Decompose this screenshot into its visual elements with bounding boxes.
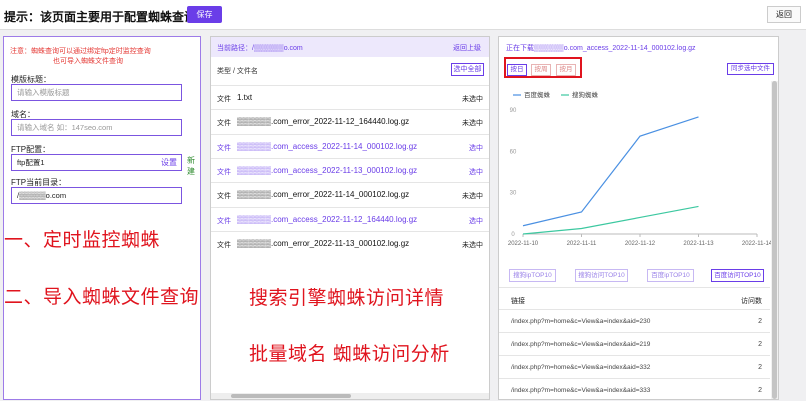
file-status[interactable]: 未选中	[462, 118, 483, 128]
link-row[interactable]: /index.php?m=home&c=View&a=index&aid=333…	[499, 378, 770, 401]
link-list-header: 链接 访问数	[499, 287, 770, 309]
x-tick-label: 2022-11-12	[625, 241, 656, 247]
scrollbar-thumb[interactable]	[231, 394, 351, 398]
file-type: 文件	[217, 168, 231, 176]
by-day-button[interactable]: 按日	[507, 64, 527, 76]
path-bar: 当前路径：/▒▒▒▒▒▒o.com 返回上级	[211, 37, 489, 57]
file-name: ▒▒▒▒▒▒.com_access_2022-11-12_164440.log.…	[237, 214, 418, 224]
link-url: /index.php?m=home&c=View&a=index&aid=333	[511, 387, 651, 394]
file-row[interactable]: 文件 1.txt 未选中	[211, 85, 489, 109]
link-url: /index.php?m=home&c=View&a=index&aid=230	[511, 318, 651, 325]
overlay-text-4: 批量域名 蜘蛛访问分析	[249, 344, 450, 365]
link-count: 2	[758, 341, 762, 348]
file-row[interactable]: 文件 ▒▒▒▒▒▒.com_access_2022-11-14_000102.lo…	[211, 133, 489, 158]
overlay-text-1: 一、定时监控蜘蛛	[4, 230, 161, 251]
by-month-button[interactable]: 按月	[556, 64, 576, 76]
link-url: /index.php?m=home&c=View&a=index&aid=332	[511, 364, 651, 371]
ftp-new-link[interactable]: 新建	[187, 155, 200, 177]
file-status[interactable]: 选中	[469, 143, 483, 153]
link-row[interactable]: /index.php?m=home&c=View&a=index&aid=230…	[499, 309, 770, 332]
x-tick-label: 2022-11-10	[508, 241, 539, 247]
notice-line-2: 也可导入蜘蛛文件查询	[53, 58, 123, 65]
link-url: /index.php?m=home&c=View&a=index&aid=219	[511, 341, 651, 348]
file-name: ▒▒▒▒▒▒.com_error_2022-11-12_164440.log.g…	[237, 117, 410, 127]
file-status[interactable]: 未选中	[462, 94, 483, 104]
notice-text: 注意：蜘蛛查询可以通过绑定ftp定时监控查询 也可导入蜘蛛文件查询	[10, 47, 200, 67]
file-type: 文件	[217, 217, 231, 225]
template-input[interactable]: 请输入模版标题	[11, 84, 182, 101]
back-button[interactable]: 返回	[767, 6, 801, 23]
file-name: ▒▒▒▒▒▒.com_access_2022-11-13_000102.log.…	[237, 165, 418, 175]
config-panel: 注意：蜘蛛查询可以通过绑定ftp定时监控查询 也可导入蜘蛛文件查询 模版标题： …	[3, 36, 201, 400]
file-type: 文件	[217, 144, 231, 152]
link-row[interactable]: /index.php?m=home&c=View&a=index&aid=332…	[499, 355, 770, 378]
link-count: 2	[758, 318, 762, 325]
series-line-sogou	[522, 205, 699, 235]
file-row[interactable]: 文件 ▒▒▒▒▒▒.com_error_2022-11-12_164440.log…	[211, 109, 489, 133]
overlay-text-2: 二、导入蜘蛛文件查询	[4, 287, 200, 308]
horizontal-scrollbar[interactable]	[211, 393, 489, 399]
notice-line-1: 注意：蜘蛛查询可以通过绑定ftp定时监控查询	[10, 48, 151, 55]
x-tick-label: 2022-11-13	[683, 241, 714, 247]
legend-label: 百度蜘蛛	[524, 90, 551, 99]
overlay-text-3: 搜索引擎蜘蛛访问详情	[249, 288, 445, 309]
by-week-button[interactable]: 按周	[531, 64, 551, 76]
page-title: 提示：该页面主要用于配置蜘蛛查询	[4, 10, 197, 24]
y-tick-label: 30	[510, 191, 517, 197]
sogou-visit-top10-button[interactable]: 搜狗访问TOP10	[575, 269, 628, 282]
link-count: 2	[758, 387, 762, 394]
current-path: 当前路径：/▒▒▒▒▒▒o.com	[217, 45, 303, 52]
file-row[interactable]: 文件 ▒▒▒▒▒▒.com_access_2022-11-12_164440.lo…	[211, 206, 489, 231]
baidu-visit-top10-button[interactable]: 百度访问TOP10	[711, 269, 764, 282]
link-column-header: 链接	[511, 298, 525, 305]
file-name: 1.txt	[237, 93, 253, 102]
series-line-baidu	[522, 116, 699, 227]
file-status[interactable]: 选中	[469, 167, 483, 177]
link-row[interactable]: /index.php?m=home&c=View&a=index&aid=219…	[499, 332, 770, 355]
file-row[interactable]: 文件 ▒▒▒▒▒▒.com_error_2022-11-14_000102.log…	[211, 182, 489, 206]
file-type: 文件	[217, 96, 231, 103]
file-status[interactable]: 未选中	[462, 240, 483, 250]
file-list-header: 类型 / 文件名	[217, 68, 258, 75]
file-row[interactable]: 文件 ▒▒▒▒▒▒.com_access_2022-11-13_000102.lo…	[211, 157, 489, 182]
file-name: ▒▒▒▒▒▒.com_error_2022-11-13_000102.log.g…	[237, 238, 410, 248]
file-type: 文件	[217, 120, 231, 128]
spider-line-chart: 0 30 60 90 2022-11-10 2022-11-11 2022-11-12 202…	[508, 90, 771, 247]
domain-input[interactable]: 请输入域名 如：147seo.com	[11, 119, 182, 136]
count-column-header: 访问数	[741, 298, 762, 305]
file-type: 文件	[217, 193, 231, 201]
x-tick-label: 2022-11-11	[567, 241, 597, 247]
ftp-select[interactable]: ftp配置1	[11, 154, 182, 171]
baidu-ip-top10-button[interactable]: 百度ipTOP10	[647, 269, 694, 282]
link-count: 2	[758, 364, 762, 371]
y-tick-label: 60	[510, 149, 517, 155]
file-status[interactable]: 未选中	[462, 191, 483, 201]
file-type: 文件	[217, 241, 231, 249]
analysis-panel: 正在下载▒▒▒▒▒▒o.com_access_2022-11-14_000102…	[498, 36, 779, 400]
download-status: 正在下载▒▒▒▒▒▒o.com_access_2022-11-14_000102…	[506, 45, 696, 52]
sogou-ip-top10-button[interactable]: 搜狗ipTOP10	[509, 269, 556, 282]
x-tick-label: 2022-11-14	[742, 241, 771, 247]
ftp-set-link[interactable]: 设置	[161, 157, 177, 168]
file-status[interactable]: 选中	[469, 216, 483, 226]
y-tick-label: 90	[510, 108, 517, 114]
file-name: ▒▒▒▒▒▒.com_access_2022-11-14_000102.log.…	[237, 141, 418, 151]
top-bar: 提示：该页面主要用于配置蜘蛛查询 保存 返回	[0, 0, 806, 30]
select-all-button[interactable]: 选中全部	[451, 63, 484, 76]
ftp-value: ftp配置1	[17, 158, 45, 167]
legend-label: 搜狗蜘蛛	[572, 90, 599, 99]
file-name: ▒▒▒▒▒▒.com_error_2022-11-14_000102.log.g…	[237, 190, 410, 200]
sync-selected-button[interactable]: 同步选中文件	[727, 63, 774, 75]
ftp-dir-input[interactable]: /▒▒▒▒▒o.com	[11, 187, 182, 204]
file-row[interactable]: 文件 ▒▒▒▒▒▒.com_error_2022-11-13_000102.log…	[211, 230, 489, 255]
save-button[interactable]: 保存	[187, 6, 222, 23]
go-up-link[interactable]: 返回上级	[453, 43, 481, 53]
scrollbar-thumb[interactable]	[772, 81, 777, 399]
vertical-scrollbar[interactable]	[771, 81, 778, 399]
y-tick-label: 0	[511, 232, 515, 238]
